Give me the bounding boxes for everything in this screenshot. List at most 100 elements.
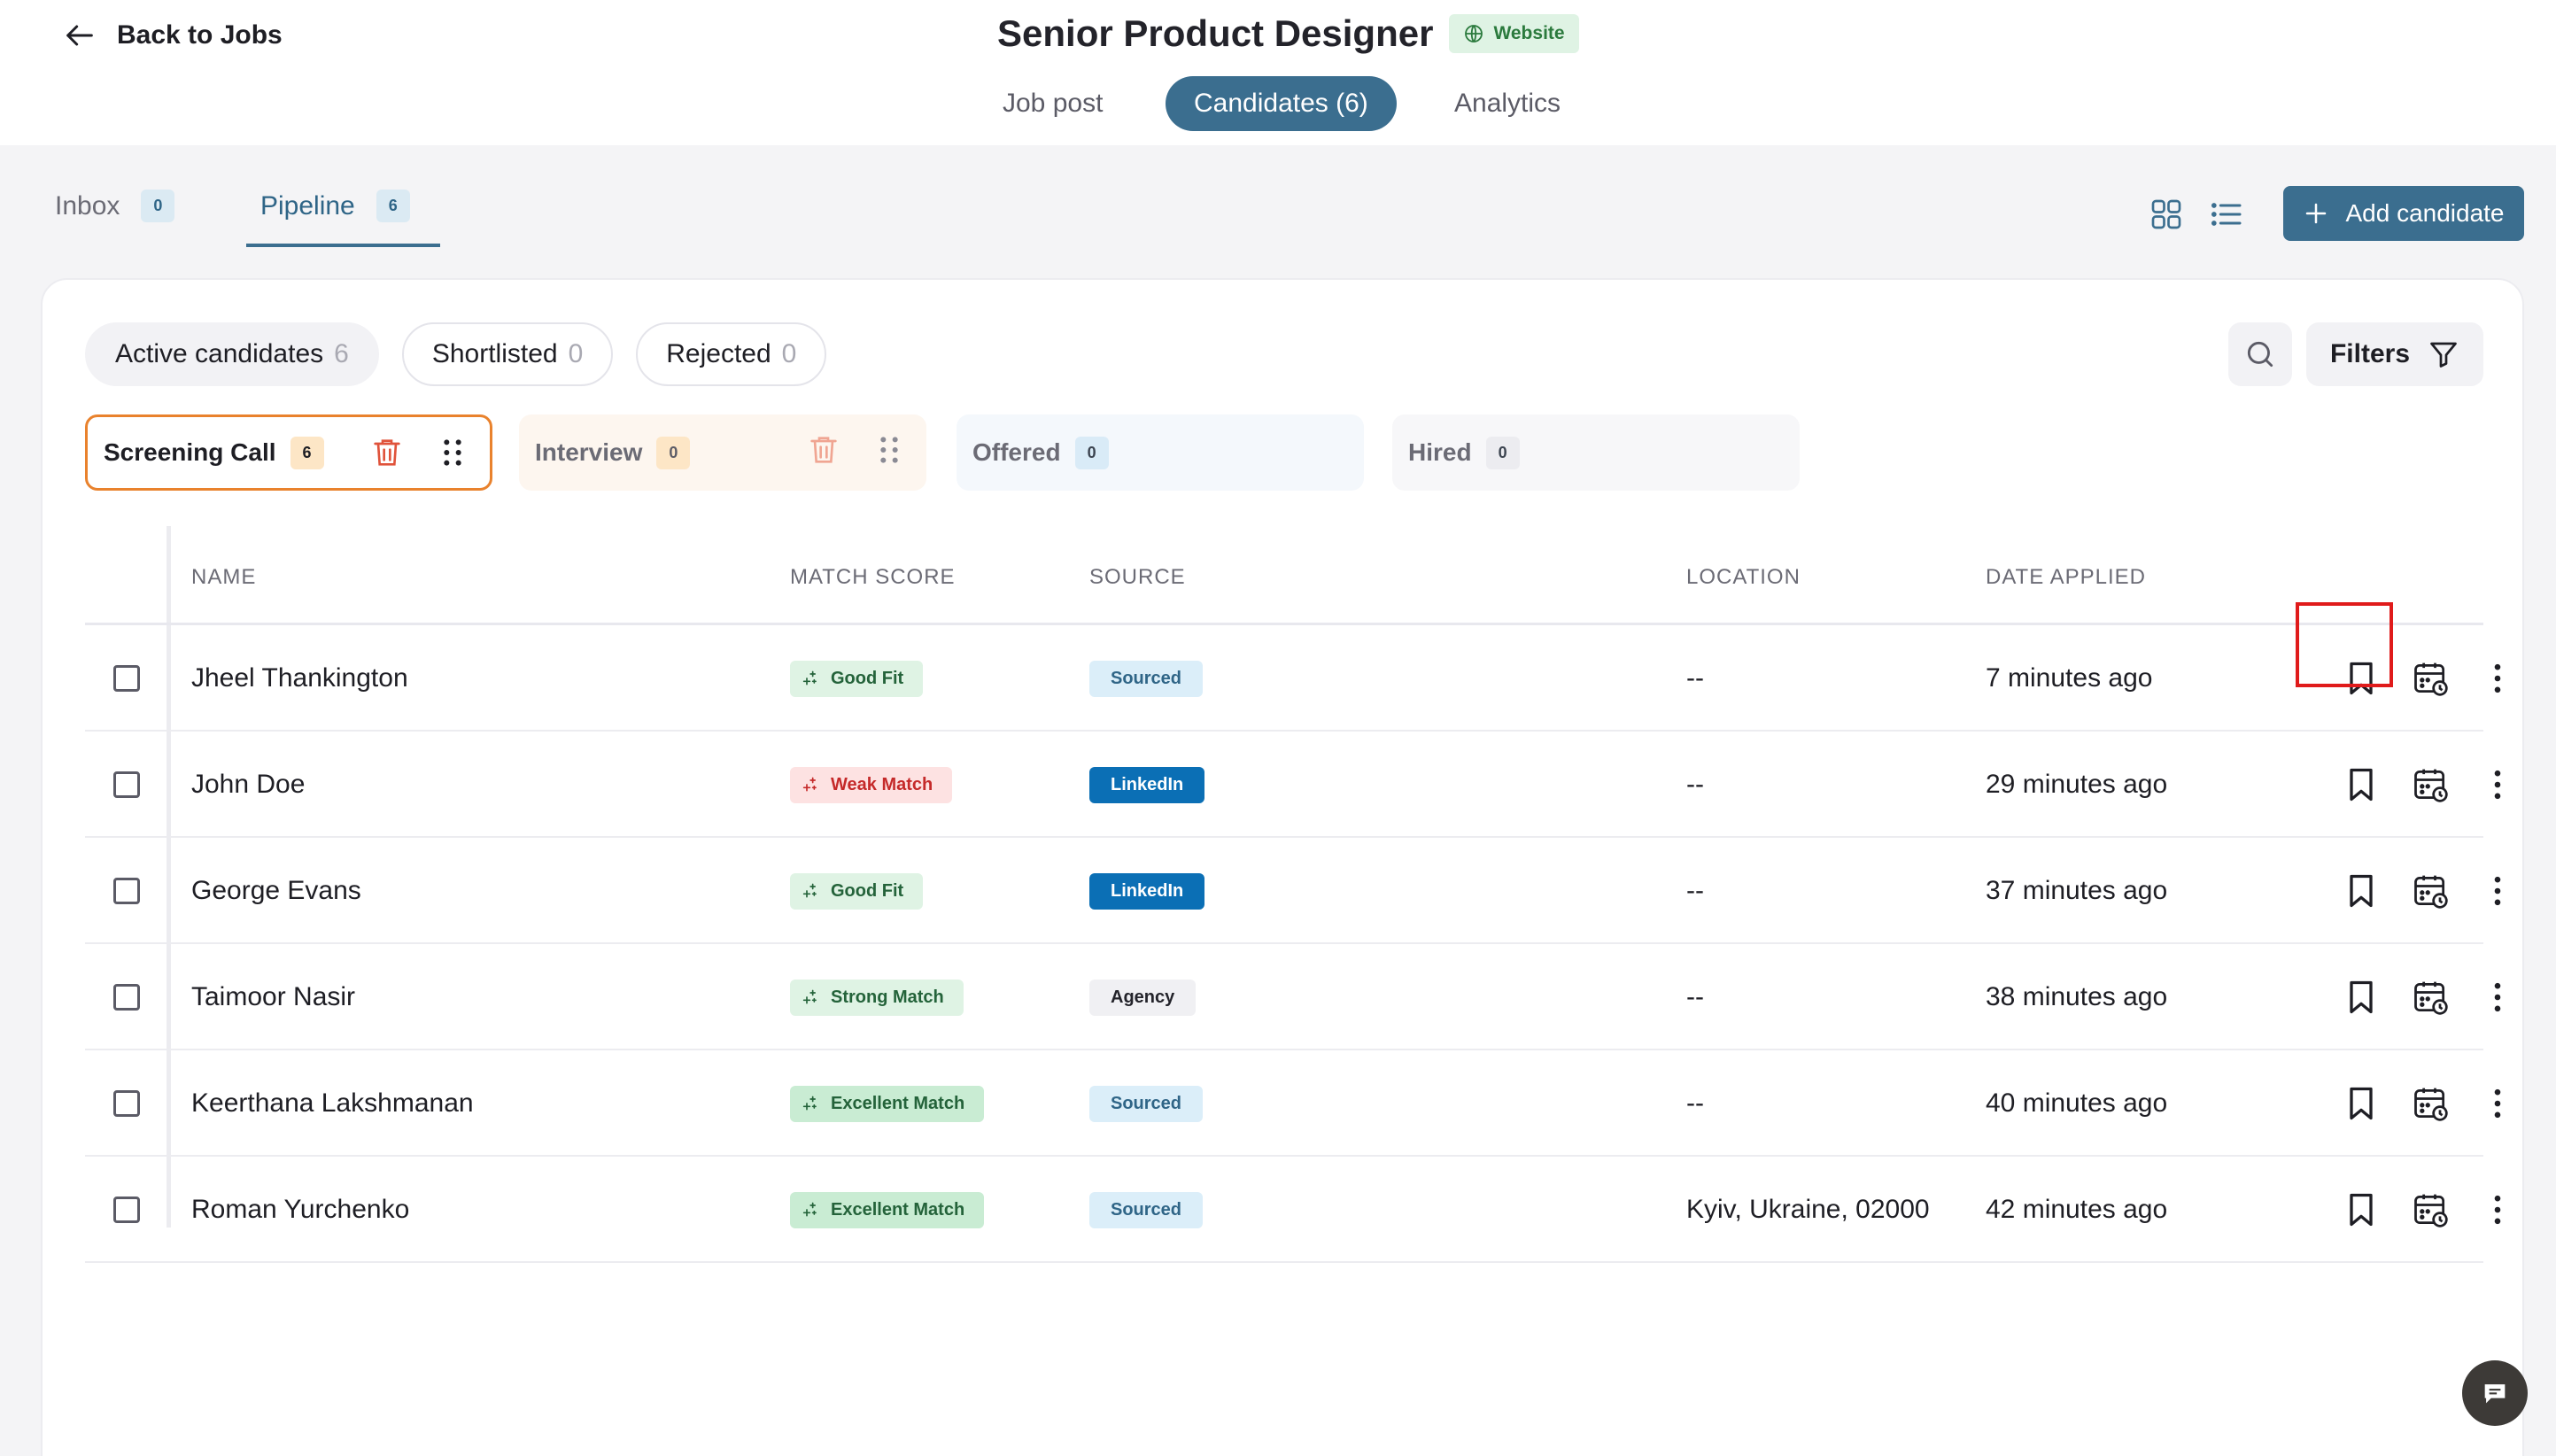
- source-badge: LinkedIn: [1089, 872, 1205, 910]
- sparkle-icon: [802, 1096, 817, 1111]
- match-badge: Good Fit: [790, 660, 924, 697]
- sparkle-icon: [802, 670, 817, 685]
- schedule-button[interactable]: [2409, 1189, 2451, 1231]
- table-row[interactable]: John Doe Weak Match LinkedIn -- 29 minut…: [85, 732, 2501, 838]
- schedule-button[interactable]: [2409, 870, 2451, 912]
- table-row[interactable]: Jheel Thankington Good Fit Sourced -- 7 …: [85, 625, 2501, 732]
- list-icon[interactable]: [2209, 197, 2244, 232]
- grid-icon[interactable]: [2149, 197, 2184, 232]
- candidate-location: --: [1686, 770, 1704, 799]
- tab-pipeline-label: Pipeline: [260, 190, 355, 221]
- add-candidate-button[interactable]: Add candidate: [2283, 186, 2524, 241]
- row-checkbox[interactable]: [113, 771, 140, 798]
- stage-count: 0: [656, 436, 691, 469]
- more-options-button[interactable]: [2476, 1189, 2519, 1231]
- more-options-button[interactable]: [2476, 870, 2519, 912]
- tab-inbox-count: 0: [141, 190, 175, 222]
- trash-icon[interactable]: [369, 435, 405, 470]
- match-badge: Weak Match: [790, 766, 953, 803]
- table-row[interactable]: Keerthana Lakshmanan Excellent Match Sou…: [85, 1050, 2501, 1157]
- calendar-icon: [2414, 1088, 2448, 1121]
- more-options-button[interactable]: [2476, 763, 2519, 806]
- stage-label: Interview: [535, 438, 643, 466]
- shortlist-button[interactable]: [2340, 1082, 2382, 1125]
- row-checkbox[interactable]: [113, 878, 140, 904]
- row-checkbox[interactable]: [113, 1197, 140, 1223]
- row-checkbox[interactable]: [113, 665, 140, 692]
- more-options-button[interactable]: [2476, 657, 2519, 700]
- date-applied: 7 minutes ago: [1986, 663, 2153, 693]
- source-badge: Sourced: [1089, 1085, 1204, 1122]
- table-row[interactable]: Taimoor Nasir Strong Match Agency -- 38 …: [85, 944, 2501, 1050]
- chip-count: 0: [568, 339, 584, 368]
- arrow-left-icon: [66, 25, 93, 46]
- more-vertical-icon: [2494, 1195, 2501, 1225]
- bookmark-icon: [2350, 874, 2373, 908]
- match-label: Excellent Match: [831, 1199, 965, 1220]
- shortlist-button[interactable]: [2340, 763, 2382, 806]
- schedule-button[interactable]: [2409, 976, 2451, 1018]
- tab-inbox[interactable]: Inbox 0: [55, 190, 175, 244]
- source-badge: Agency: [1089, 979, 1197, 1016]
- date-applied: 37 minutes ago: [1986, 876, 2168, 905]
- table-row[interactable]: George Evans Good Fit LinkedIn -- 37 min…: [85, 838, 2501, 944]
- sparkle-icon: [802, 777, 817, 792]
- job-title: Senior Product Designer: [997, 12, 1434, 54]
- globe-icon: [1465, 25, 1483, 43]
- tab-pipeline-count: 6: [376, 190, 410, 222]
- match-badge: Excellent Match: [790, 1191, 985, 1228]
- more-options-button[interactable]: [2476, 1082, 2519, 1125]
- tab-pipeline[interactable]: Pipeline 6: [246, 190, 440, 247]
- candidate-name[interactable]: Jheel Thankington: [191, 625, 408, 732]
- sparkle-icon: [802, 1202, 817, 1217]
- schedule-button[interactable]: [2409, 763, 2451, 806]
- stage-hired[interactable]: Hired 0: [1392, 414, 1800, 491]
- drag-handle-icon[interactable]: [435, 435, 470, 470]
- tab-analytics[interactable]: Analytics: [1426, 76, 1589, 131]
- candidate-name[interactable]: George Evans: [191, 838, 361, 944]
- trash-icon[interactable]: [806, 432, 841, 468]
- pipeline-stages: Screening Call 6 Interview 0 Offered 0 H…: [85, 414, 2529, 491]
- top-header: Back to Jobs Senior Product Designer Web…: [0, 0, 2556, 145]
- shortlist-button[interactable]: [2340, 657, 2382, 700]
- filters-button[interactable]: Filters: [2306, 322, 2483, 386]
- shortlist-button[interactable]: [2340, 870, 2382, 912]
- website-badge: Website: [1449, 14, 1579, 53]
- drag-handle-icon[interactable]: [871, 432, 907, 468]
- chip-active-candidates[interactable]: Active candidates 6: [85, 322, 379, 386]
- status-filter-chips: Active candidates 6 Shortlisted 0 Reject…: [85, 322, 827, 386]
- column-header-location: LOCATION: [1686, 565, 1801, 589]
- chip-rejected[interactable]: Rejected 0: [636, 322, 827, 386]
- stage-screening-call[interactable]: Screening Call 6: [85, 414, 492, 491]
- table-row[interactable]: Roman Yurchenko Excellent Match Sourced …: [85, 1157, 2501, 1263]
- candidate-name[interactable]: Taimoor Nasir: [191, 944, 355, 1050]
- stage-interview[interactable]: Interview 0: [519, 414, 926, 491]
- date-applied: 38 minutes ago: [1986, 982, 2168, 1011]
- stage-label: Screening Call: [104, 438, 276, 466]
- match-badge: Good Fit: [790, 872, 924, 910]
- back-to-jobs-link[interactable]: Back to Jobs: [62, 18, 283, 53]
- row-checkbox[interactable]: [113, 984, 140, 1011]
- tab-candidates[interactable]: Candidates (6): [1166, 76, 1397, 131]
- shortlist-button[interactable]: [2340, 976, 2382, 1018]
- search-icon: [2247, 341, 2273, 368]
- shortlist-button[interactable]: [2340, 1189, 2382, 1231]
- chat-button[interactable]: [2462, 1360, 2528, 1426]
- more-options-button[interactable]: [2476, 976, 2519, 1018]
- search-button[interactable]: [2228, 322, 2292, 386]
- schedule-button[interactable]: [2409, 657, 2451, 700]
- candidate-name[interactable]: Keerthana Lakshmanan: [191, 1050, 474, 1157]
- calendar-icon: [2414, 875, 2448, 909]
- candidate-location: --: [1686, 663, 1704, 693]
- tab-job-post[interactable]: Job post: [974, 76, 1131, 131]
- filter-icon: [2430, 342, 2457, 368]
- schedule-button[interactable]: [2409, 1082, 2451, 1125]
- bookmark-icon: [2350, 1193, 2373, 1227]
- row-checkbox[interactable]: [113, 1090, 140, 1117]
- plus-icon: [2306, 203, 2327, 224]
- candidate-name[interactable]: John Doe: [191, 732, 305, 838]
- stage-offered[interactable]: Offered 0: [957, 414, 1364, 491]
- candidate-name[interactable]: Roman Yurchenko: [191, 1157, 409, 1263]
- column-header-match-score: MATCH SCORE: [790, 565, 956, 589]
- chip-shortlisted[interactable]: Shortlisted 0: [401, 322, 614, 386]
